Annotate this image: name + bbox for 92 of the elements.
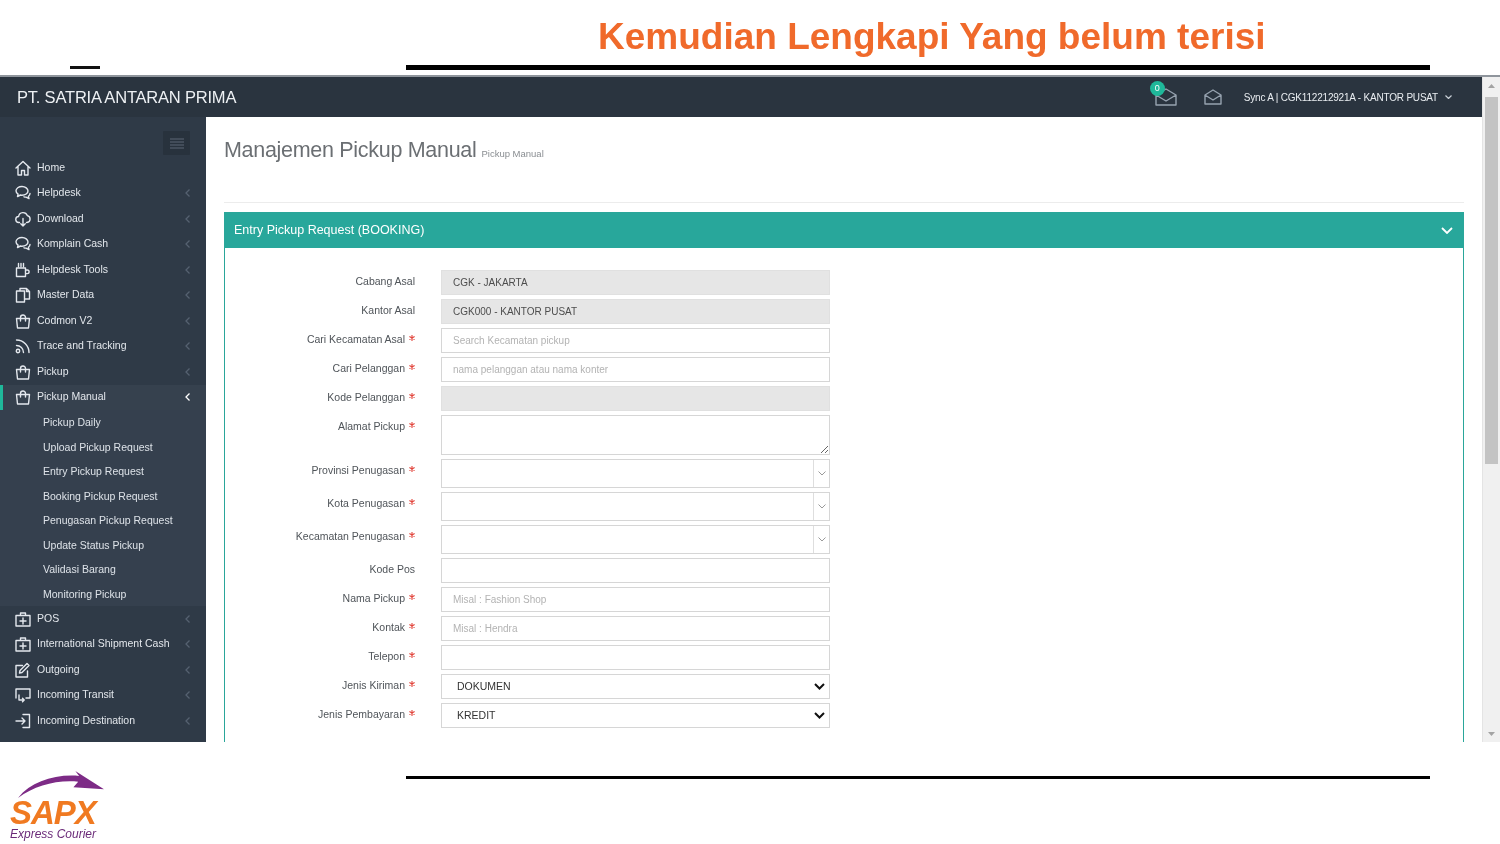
shopping-bag-icon <box>15 312 31 329</box>
chevron-down-icon <box>817 537 826 542</box>
sidebar-item[interactable]: POS <box>0 606 206 632</box>
sidebar-item[interactable]: Incoming Destination <box>0 708 206 734</box>
sidebar-toggle-button[interactable] <box>163 131 190 155</box>
chevron-down-icon[interactable] <box>1441 227 1453 234</box>
rss-feed-icon <box>15 338 31 355</box>
scrollbar[interactable] <box>1482 77 1500 742</box>
field-label: Kantor Asal <box>361 304 415 317</box>
field-label: Cabang Asal <box>355 275 415 288</box>
field-label: Jenis Pembayaran <box>318 708 405 721</box>
sidebar-item[interactable]: Incoming Transit <box>0 682 206 708</box>
sidebar-item[interactable]: Helpdesk Tools <box>0 257 206 283</box>
mug-icon <box>15 261 31 278</box>
menu-icon[interactable] <box>169 137 184 149</box>
home-icon <box>15 159 31 176</box>
medical-kit-icon <box>15 636 31 653</box>
page-subtitle: Pickup Manual <box>481 147 544 161</box>
field-label: Cari Kecamatan Asal <box>306 333 405 346</box>
shopping-bag-icon <box>15 363 31 380</box>
text-field[interactable]: nama pelanggan atau nama konter <box>441 357 830 382</box>
field-label: Jenis Kiriman <box>341 679 405 692</box>
submenu-item[interactable]: Monitoring Pickup <box>0 581 206 606</box>
chevron-down-icon <box>814 712 825 719</box>
sidebar-item[interactable]: Codmon V2 <box>0 308 206 334</box>
text-field[interactable]: Misal : Hendra <box>441 616 830 641</box>
sidebar-item[interactable]: Pickup Manual <box>0 384 206 410</box>
dropdown-field[interactable] <box>441 492 830 521</box>
dropdown-field[interactable] <box>441 525 830 554</box>
cloud-download-icon <box>15 210 31 227</box>
field-label: Alamat Pickup <box>337 420 405 433</box>
sidebar-item[interactable]: Helpdesk <box>0 180 206 206</box>
submenu-item[interactable]: Upload Pickup Request <box>0 434 206 459</box>
user-menu-toggle[interactable]: Sync A | CGK112212921A - KANTOR PUSAT <box>1243 89 1452 105</box>
sidebar-item[interactable]: Outgoing <box>0 657 206 683</box>
chat-icon <box>15 236 31 253</box>
chevron-down-icon <box>817 504 826 509</box>
sidebar-item[interactable]: International Shipment Cash <box>0 631 206 657</box>
readonly-field[interactable] <box>441 386 830 411</box>
brand-name: PT. SATRIA ANTARAN PRIMA <box>17 86 237 108</box>
chat-icon <box>15 185 31 202</box>
submenu-item[interactable]: Entry Pickup Request <box>0 459 206 484</box>
dropdown-field[interactable]: KREDIT <box>441 703 830 728</box>
scroll-up-icon[interactable] <box>1488 83 1495 88</box>
text-area-field[interactable] <box>441 415 830 455</box>
medical-kit-icon <box>15 610 31 627</box>
scroll-down-icon[interactable] <box>1488 731 1495 736</box>
screen-arrow-icon <box>15 687 31 704</box>
sidebar-item[interactable]: Download <box>0 206 206 232</box>
submenu-item[interactable]: Validasi Barang <box>0 557 206 582</box>
panel-title: Entry Pickup Request (BOOKING) <box>234 222 425 240</box>
page-title: Manajemen Pickup Manual <box>224 137 477 163</box>
sidebar-item[interactable]: Master Data <box>0 282 206 308</box>
chevron-down-icon <box>817 471 826 476</box>
envelope-icon[interactable] <box>1203 89 1222 105</box>
field-label: Kontak <box>372 621 405 634</box>
field-label: Kode Pelanggan <box>327 391 405 404</box>
dropdown-field[interactable]: DOKUMEN <box>441 674 830 699</box>
field-label: Nama Pickup <box>342 592 405 605</box>
text-field[interactable] <box>441 645 830 670</box>
caret-down-icon <box>1445 95 1452 99</box>
field-label: Kode Pos <box>369 563 415 576</box>
field-label: Cari Pelanggan <box>332 362 405 375</box>
field-label: Telepon <box>368 650 405 663</box>
documents-icon <box>15 287 31 304</box>
sign-in-icon <box>15 712 31 729</box>
edit-icon <box>15 661 31 678</box>
logo-swoosh-icon <box>18 771 104 798</box>
sidebar-item[interactable]: Home <box>0 155 206 181</box>
text-field[interactable]: Search Kecamatan pickup <box>441 328 830 353</box>
field-label: Kecamatan Penugasan <box>295 530 405 543</box>
readonly-field[interactable]: CGK - JAKARTA <box>441 270 830 295</box>
field-label: Kota Penugasan <box>327 497 405 510</box>
submenu-item[interactable]: Update Status Pickup <box>0 532 206 557</box>
sidebar-item[interactable]: Trace and Tracking <box>0 333 206 359</box>
field-label: Provinsi Penugasan <box>311 464 405 477</box>
logo-wordmark: SAPX <box>10 798 96 828</box>
text-field[interactable]: Misal : Fashion Shop <box>441 587 830 612</box>
sidebar-item[interactable]: Komplain Cash <box>0 231 206 257</box>
scrollbar-thumb[interactable] <box>1485 97 1498 464</box>
shopping-bag-icon <box>15 389 31 406</box>
submenu-item[interactable]: Pickup Daily <box>0 410 206 435</box>
dropdown-field[interactable] <box>441 459 830 488</box>
chevron-down-icon <box>814 683 825 690</box>
readonly-field[interactable]: CGK000 - KANTOR PUSAT <box>441 299 830 324</box>
logo-tagline: Express Courier <box>10 828 97 841</box>
text-field[interactable] <box>441 558 830 583</box>
slide-title: Kemudian Lengkapi Yang belum terisi <box>598 18 1266 56</box>
notification-badge: 0 <box>1149 81 1165 96</box>
sidebar-item[interactable]: Pickup <box>0 359 206 385</box>
submenu-item[interactable]: Penugasan Pickup Request <box>0 508 206 533</box>
submenu-item[interactable]: Booking Pickup Request <box>0 483 206 508</box>
